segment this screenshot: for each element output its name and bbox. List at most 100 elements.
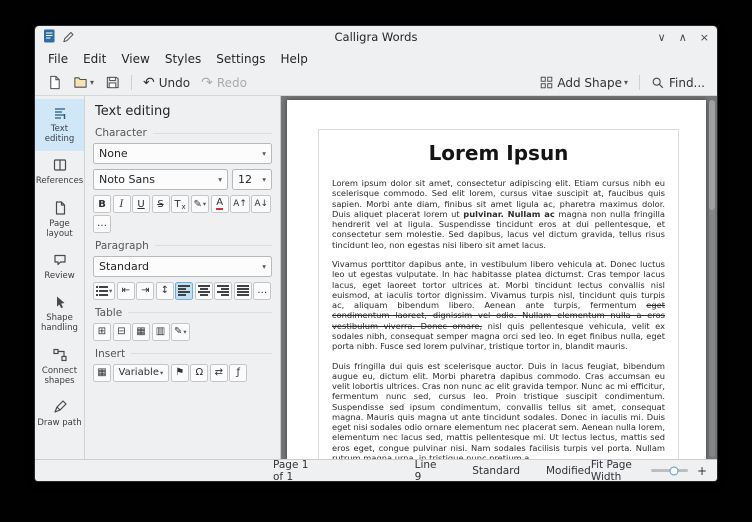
- open-document-button[interactable]: ▾: [69, 72, 98, 93]
- list-style-button[interactable]: ▾: [93, 282, 115, 300]
- search-icon: [651, 76, 665, 90]
- redo-button[interactable]: ↷ Redo: [197, 72, 251, 93]
- font-color-icon: A: [216, 198, 223, 210]
- page-indicator[interactable]: Page 1 of 1: [273, 459, 317, 482]
- font-color-button[interactable]: A: [211, 195, 229, 213]
- style-indicator[interactable]: Standard: [472, 465, 520, 477]
- insert-row-button[interactable]: ⊟: [113, 323, 131, 341]
- font-family-combobox[interactable]: Noto Sans ▾: [93, 169, 228, 190]
- zoom-slider[interactable]: [651, 469, 688, 472]
- indent-less-button[interactable]: ⇤: [117, 282, 135, 300]
- indent-more-button[interactable]: ⇥: [136, 282, 154, 300]
- insert-frame-button[interactable]: ▦: [93, 364, 111, 382]
- more-character-options-button[interactable]: …: [93, 215, 111, 233]
- cross-reference-icon: ⇄: [215, 367, 223, 378]
- bold-button[interactable]: B: [93, 195, 111, 213]
- table-border-pen-button[interactable]: ✎▾: [171, 323, 190, 341]
- italic-button[interactable]: I: [113, 195, 131, 213]
- sidebar-label: Draw path: [37, 418, 81, 428]
- character-style-combobox[interactable]: None ▾: [93, 143, 272, 164]
- font-size-combobox[interactable]: 12 ▾: [232, 169, 272, 190]
- sidebar-item-text-editing[interactable]: Text editing: [35, 99, 84, 151]
- zoom-in-button[interactable]: +: [697, 464, 707, 478]
- toolbar-separator: [639, 75, 640, 90]
- sidebar-label: Review: [44, 271, 74, 281]
- shrink-font-button[interactable]: A↓: [251, 195, 271, 213]
- pen-path-icon: [52, 399, 68, 415]
- underline-button[interactable]: U: [132, 195, 150, 213]
- paragraph-style-combobox[interactable]: Standard ▾: [93, 256, 272, 277]
- line-spacing-button[interactable]: ↕: [156, 282, 174, 300]
- align-right-button[interactable]: [214, 282, 232, 300]
- insert-table-icon: ⊞: [98, 326, 106, 337]
- variable-dropdown[interactable]: Variable ▾: [113, 364, 170, 382]
- italic-icon: I: [120, 199, 124, 210]
- sidebar-item-shape-handling[interactable]: Shape handling: [35, 288, 84, 340]
- open-dropdown-caret[interactable]: ▾: [90, 78, 94, 87]
- insert-row-icon: ⊟: [117, 326, 125, 337]
- align-right-icon: [217, 285, 229, 296]
- document-page[interactable]: Lorem Ipsun Lorem ipsum dolor sit amet, …: [287, 100, 706, 459]
- zoom-mode-button[interactable]: Fit Page Width: [591, 459, 642, 482]
- highlighter-icon: ✎: [194, 199, 202, 210]
- insert-formula-button[interactable]: ƒ: [229, 364, 247, 382]
- chevron-down-icon: ▾: [203, 200, 206, 208]
- main-toolbar: ▾ ↶ Undo ↷ Redo Add Shape ▾ Find...: [35, 70, 717, 96]
- title-bar: Calligra Words ∨ ∧ ×: [35, 26, 717, 48]
- menu-help[interactable]: Help: [273, 50, 314, 68]
- strikethrough-button[interactable]: S: [152, 195, 170, 213]
- save-document-button[interactable]: [101, 72, 124, 93]
- subscript-button[interactable]: Tx: [171, 195, 189, 213]
- more-paragraph-options-button[interactable]: …: [253, 282, 271, 300]
- menu-edit[interactable]: Edit: [76, 50, 113, 68]
- subscript-icon: T: [174, 199, 180, 210]
- zoom-slider-handle[interactable]: [669, 466, 678, 475]
- menu-settings[interactable]: Settings: [209, 50, 272, 68]
- align-left-button[interactable]: [175, 282, 193, 300]
- document-canvas[interactable]: Lorem Ipsun Lorem ipsum dolor sit amet, …: [281, 96, 717, 459]
- text-editing-icon: [52, 105, 68, 121]
- find-button[interactable]: Find...: [647, 72, 709, 93]
- bold-run: pulvinar. Nullam ac: [463, 209, 555, 219]
- grow-font-button[interactable]: A↑: [230, 195, 250, 213]
- paragraph-1: Lorem ipsum dolor sit amet, consectetur …: [332, 178, 665, 250]
- sidebar-label: References: [36, 176, 83, 186]
- maximize-button[interactable]: ∧: [679, 32, 687, 43]
- sidebar-item-connect-shapes[interactable]: Connect shapes: [35, 341, 84, 393]
- close-button[interactable]: ×: [700, 32, 709, 43]
- insert-bookmark-button[interactable]: ⚑: [171, 364, 189, 382]
- chevron-down-icon: ▾: [262, 149, 266, 158]
- connector-icon: [52, 347, 68, 363]
- insert-column-icon: ▦: [136, 326, 145, 337]
- sidebar-item-page-layout[interactable]: Page layout: [35, 194, 84, 246]
- font-size-value: 12: [238, 173, 252, 186]
- indent-more-icon: ⇥: [141, 285, 149, 296]
- menu-bar: File Edit View Styles Settings Help: [35, 48, 717, 70]
- undo-button[interactable]: ↶ Undo: [139, 72, 194, 93]
- highlight-button[interactable]: ✎▾: [191, 195, 210, 213]
- merge-cells-button[interactable]: ▥: [152, 323, 170, 341]
- vertical-scrollbar[interactable]: [709, 100, 715, 457]
- new-document-button[interactable]: [43, 72, 66, 93]
- align-justify-button[interactable]: [234, 282, 252, 300]
- grow-font-icon: A↑: [233, 199, 247, 209]
- insert-column-button[interactable]: ▦: [132, 323, 150, 341]
- insert-table-button[interactable]: ⊞: [93, 323, 111, 341]
- insert-special-char-button[interactable]: Ω: [190, 364, 208, 382]
- menu-file[interactable]: File: [41, 50, 75, 68]
- line-indicator: Line 9: [415, 459, 439, 482]
- menu-styles[interactable]: Styles: [158, 50, 208, 68]
- sidebar-item-references[interactable]: References: [35, 151, 84, 193]
- minimize-button[interactable]: ∨: [658, 32, 666, 43]
- sidebar-item-draw-path[interactable]: Draw path: [35, 393, 84, 435]
- add-shape-button[interactable]: Add Shape ▾: [536, 72, 632, 93]
- sidebar-item-review[interactable]: Review: [35, 246, 84, 288]
- references-icon: [52, 157, 68, 173]
- paragraph-2: Vivamus porttitor dapibus ante, in vesti…: [332, 259, 665, 352]
- character-section-label: Character: [95, 127, 272, 139]
- menu-view[interactable]: View: [114, 50, 156, 68]
- text-frame[interactable]: Lorem Ipsun Lorem ipsum dolor sit amet, …: [318, 129, 679, 459]
- scrollbar-thumb[interactable]: [709, 100, 715, 210]
- align-center-button[interactable]: [195, 282, 213, 300]
- insert-cross-reference-button[interactable]: ⇄: [210, 364, 228, 382]
